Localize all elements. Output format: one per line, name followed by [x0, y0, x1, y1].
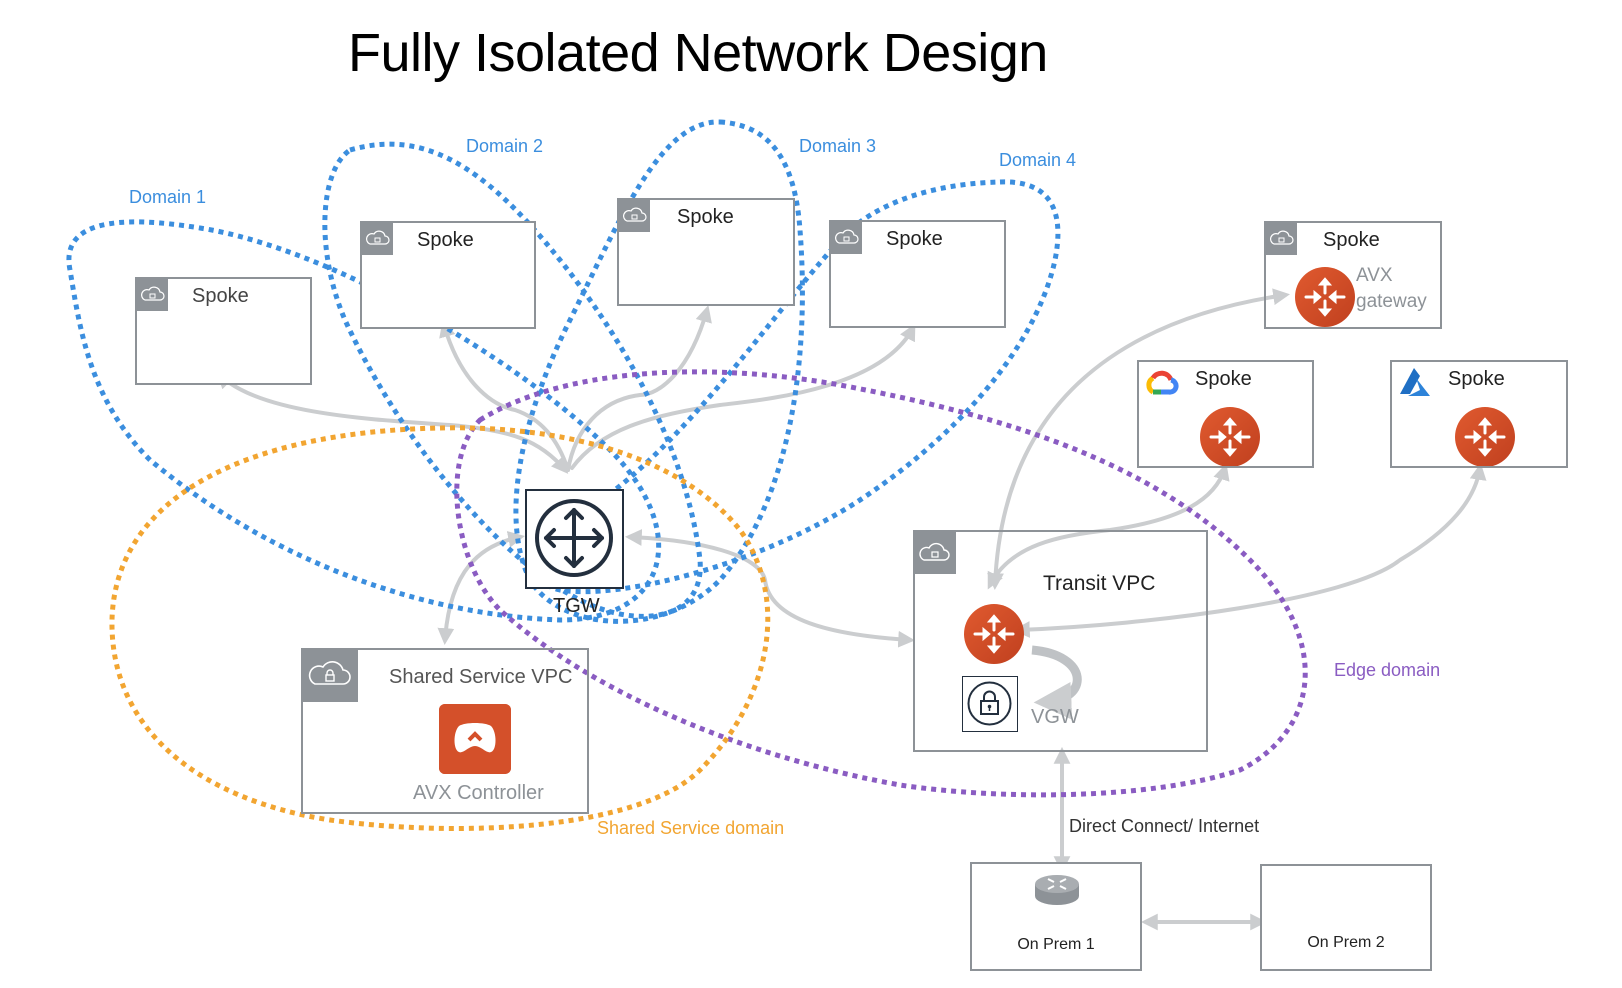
- spoke-4-title: Spoke: [886, 228, 943, 250]
- router-icon: [1033, 870, 1081, 915]
- page-title: Fully Isolated Network Design: [348, 23, 1048, 83]
- domain-3-label: Domain 3: [799, 136, 877, 156]
- spoke-avx-title: Spoke: [1323, 229, 1380, 251]
- domain-1-label: Domain 1: [129, 187, 207, 207]
- spoke-4-box[interactable]: Spoke: [829, 220, 1006, 328]
- spoke-azure-title: Spoke: [1448, 368, 1505, 390]
- spoke-avx-box[interactable]: Spoke AVX gateway: [1264, 221, 1442, 329]
- onprem-1-box[interactable]: On Prem 1: [970, 862, 1142, 971]
- transit-vpc-box[interactable]: Transit VPC VGW: [913, 530, 1208, 752]
- onprem-2-title: On Prem 2: [1307, 934, 1385, 951]
- vgw-icon: [962, 676, 1018, 732]
- direct-connect-label: Direct Connect/ Internet: [1069, 816, 1260, 836]
- shared-service-vpc-title: Shared Service VPC: [389, 666, 573, 688]
- spoke-3-box[interactable]: Spoke: [617, 198, 795, 306]
- aws-vpc-cloud-lock-icon: [619, 200, 650, 232]
- spoke-gcp-title: Spoke: [1195, 368, 1252, 390]
- aws-vpc-cloud-lock-icon: [1266, 223, 1297, 255]
- google-cloud-icon: [1143, 368, 1179, 401]
- spoke-1-box[interactable]: Spoke: [135, 277, 312, 385]
- spoke-1-title: Spoke: [192, 285, 249, 307]
- spoke-azure-box[interactable]: Spoke: [1390, 360, 1568, 468]
- connector-tgw-shared: [437, 531, 525, 646]
- transit-gateway-icon: [535, 499, 613, 577]
- avx-controller-icon: [439, 704, 511, 779]
- aws-vpc-cloud-lock-icon: [137, 279, 168, 311]
- spoke-2-box[interactable]: Spoke: [360, 221, 536, 329]
- transit-vpc-title: Transit VPC: [1043, 572, 1156, 595]
- aws-vpc-cloud-lock-icon: [831, 222, 862, 254]
- tgw-label: TGW: [553, 595, 600, 617]
- shared-service-vpc-box[interactable]: Shared Service VPC AVX Controller: [301, 648, 589, 814]
- spoke-2-title: Spoke: [417, 229, 474, 251]
- spoke-gcp-box[interactable]: Spoke: [1137, 360, 1314, 468]
- aws-vpc-cloud-lock-icon: [915, 532, 956, 574]
- avx-gateway-label-line1: AVX: [1356, 265, 1393, 286]
- onprem-2-box[interactable]: On Prem 2: [1260, 864, 1432, 971]
- azure-icon: [1396, 366, 1436, 403]
- aws-vpc-cloud-lock-icon: [362, 223, 393, 255]
- domain-4-label: Domain 4: [999, 150, 1077, 170]
- connector-spoke3-tgw: [566, 305, 712, 472]
- avx-gateway-label-line2: gateway: [1356, 291, 1427, 312]
- avx-controller-label: AVX Controller: [413, 782, 544, 804]
- connector-spoke1-tgw: [216, 371, 569, 474]
- connector-tgw-transit: [624, 529, 916, 648]
- aws-vpc-cloud-lock-icon: [303, 650, 358, 702]
- shared-service-domain-label: Shared Service domain: [597, 818, 785, 838]
- edge-domain-label: Edge domain: [1334, 660, 1441, 680]
- domain-2-label: Domain 2: [466, 136, 544, 156]
- onprem-1-title: On Prem 1: [1017, 936, 1095, 953]
- vgw-label: VGW: [1031, 706, 1079, 728]
- spoke-3-title: Spoke: [677, 206, 734, 228]
- tgw-node[interactable]: [525, 489, 624, 589]
